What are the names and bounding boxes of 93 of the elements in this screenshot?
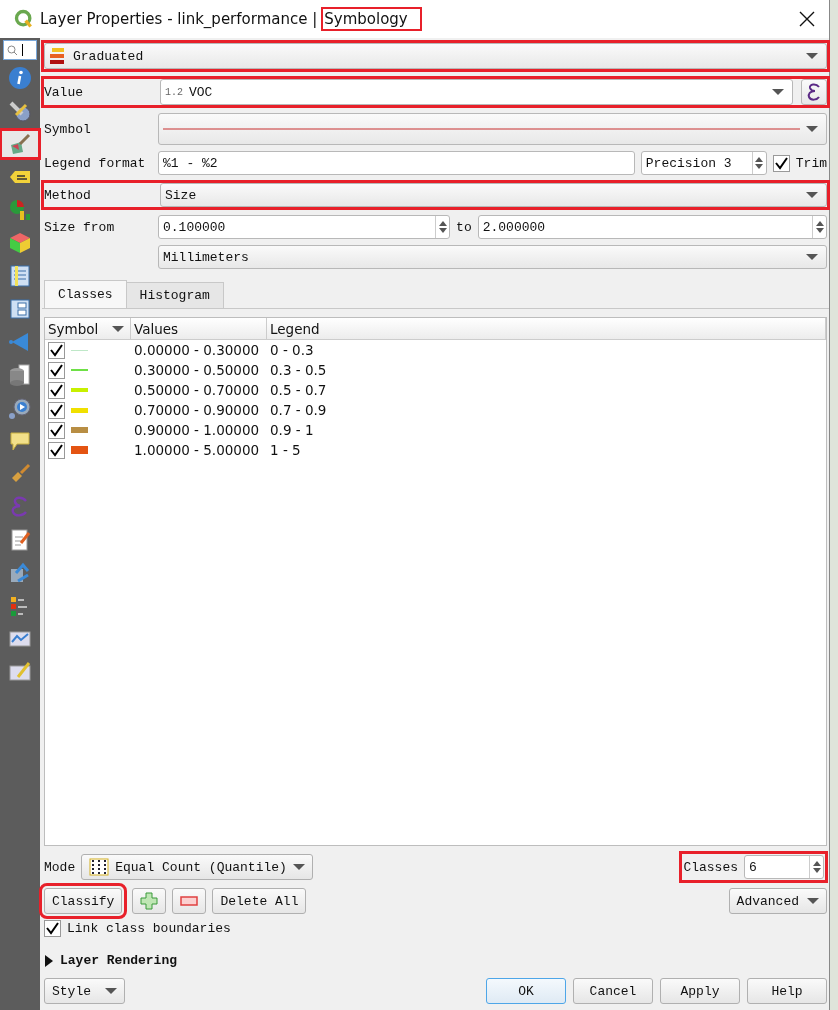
size-from-spinbox[interactable]: 0.100000	[158, 215, 451, 239]
app-logo-icon	[14, 9, 34, 29]
checkbox[interactable]	[44, 920, 61, 937]
checkbox[interactable]	[48, 421, 65, 439]
epsilon-icon	[806, 82, 822, 102]
size-to-spinbox[interactable]: 2.000000	[477, 215, 827, 239]
graduated-icon	[49, 47, 67, 65]
remove-button[interactable]	[172, 888, 207, 914]
table-cell-text: 0.30000 - 0.50000	[133, 362, 261, 378]
speech-bubble-icon	[8, 429, 32, 453]
field-label: to	[456, 219, 472, 235]
column-header[interactable]: Symbol	[48, 320, 99, 337]
table-cell-text: 1.00000 - 5.00000	[133, 442, 261, 458]
classes-spinbox[interactable]: 6	[744, 855, 824, 879]
column-header[interactable]: Legend	[267, 318, 826, 339]
dropdown-arrow-icon	[112, 325, 124, 332]
legend-format-field[interactable]: %1 - %2	[158, 151, 635, 175]
value-dropdown[interactable]: 1.2 VOC	[160, 79, 793, 105]
spin-arrows-icon[interactable]	[812, 216, 826, 238]
dropdown-arrow-icon	[105, 988, 117, 994]
cube-icon	[8, 231, 32, 255]
spin-arrows-icon[interactable]	[809, 856, 823, 878]
close-button[interactable]	[797, 9, 817, 29]
table-cell-text: 0.00000 - 0.30000	[133, 342, 261, 358]
table-cell-text: 0.9 - 1	[269, 422, 314, 438]
table-cell-text: 1 - 5	[269, 442, 301, 458]
style-dropdown[interactable]: Style	[44, 978, 125, 1004]
checkbox-label: Link class boundaries	[67, 921, 231, 936]
section-header[interactable]: Layer Rendering	[60, 953, 178, 968]
wrench-gear-icon	[8, 99, 32, 123]
dropdown-arrow-icon	[806, 254, 818, 260]
field-label: Method	[44, 187, 92, 203]
search-icon	[7, 44, 18, 56]
table-cell-text: 0.90000 - 1.00000	[133, 422, 261, 438]
checkbox[interactable]	[772, 154, 790, 172]
dropdown-arrow-icon	[807, 898, 819, 904]
checkbox[interactable]	[48, 341, 65, 359]
advanced-dropdown[interactable]: Advanced	[728, 888, 827, 914]
delete-all-button[interactable]: Delete All	[212, 888, 307, 914]
dropdown-arrow-icon	[806, 126, 818, 132]
arrows-icon	[8, 561, 32, 585]
form-icon	[8, 297, 32, 321]
gear-play-icon	[8, 396, 32, 420]
unit-dropdown[interactable]: Millimeters	[158, 245, 827, 269]
dropdown-arrow-icon	[806, 53, 818, 59]
dialog-button[interactable]: OK	[486, 978, 566, 1004]
column-header[interactable]: Values	[131, 318, 267, 339]
search-field[interactable]	[3, 40, 37, 60]
field-label: Classes	[683, 859, 738, 875]
minus-icon	[180, 896, 199, 906]
table-cell-text: 0.3 - 0.5	[269, 362, 327, 378]
dropdown-arrow-icon	[806, 192, 818, 198]
dialog-button[interactable]: Help	[747, 978, 827, 1004]
table-cell-text: 0.70000 - 0.90000	[133, 402, 261, 418]
window-title: Layer Properties - link_performance |	[40, 10, 318, 28]
precision-spinbox[interactable]: Precision 3	[640, 151, 767, 175]
table-cell-text: 0.5 - 0.7	[269, 382, 327, 398]
table-cell-text: 0 - 0.3	[269, 342, 314, 358]
renderer-dropdown[interactable]: Graduated	[44, 43, 827, 69]
line-symbol-icon	[163, 127, 800, 131]
info-icon	[8, 66, 32, 90]
tab[interactable]: Classes	[44, 280, 127, 308]
field-label: Mode	[44, 859, 76, 875]
pie-bar-icon	[8, 198, 32, 222]
checkbox[interactable]	[48, 381, 65, 399]
database-icon	[8, 363, 32, 387]
mode-dropdown[interactable]: Equal Count (Quantile)	[81, 854, 313, 880]
checkbox[interactable]	[48, 401, 65, 419]
dialog-button[interactable]: Apply	[660, 978, 740, 1004]
checkbox-label: Trim	[795, 155, 827, 171]
dropdown-arrow-icon	[772, 89, 784, 95]
field-label: Size from	[44, 219, 116, 235]
table-icon	[8, 264, 32, 288]
dialog-button[interactable]: Cancel	[573, 978, 653, 1004]
sidebar-tab[interactable]	[0, 129, 40, 159]
checkbox[interactable]	[48, 361, 65, 379]
field-label: Legend format	[44, 155, 147, 171]
expression-button[interactable]	[801, 79, 827, 105]
paintbrush-icon	[8, 132, 32, 156]
document-pencil-icon	[8, 528, 32, 552]
table-cell-text: 0.7 - 0.9	[269, 402, 327, 418]
checkbox[interactable]	[48, 441, 65, 459]
equal-count-icon	[89, 858, 110, 876]
tab[interactable]: Histogram	[125, 282, 224, 308]
field-label: Symbol	[44, 121, 92, 137]
field-label: Value	[44, 84, 84, 100]
table-cell-text: 0.50000 - 0.70000	[133, 382, 261, 398]
window-title-section: Symbology	[323, 9, 420, 29]
dropdown-arrow-icon	[292, 864, 305, 870]
map-pencil-icon	[8, 660, 32, 684]
plus-icon	[140, 892, 159, 910]
expand-arrow-icon[interactable]	[44, 954, 54, 967]
method-dropdown[interactable]: Size	[160, 183, 827, 207]
